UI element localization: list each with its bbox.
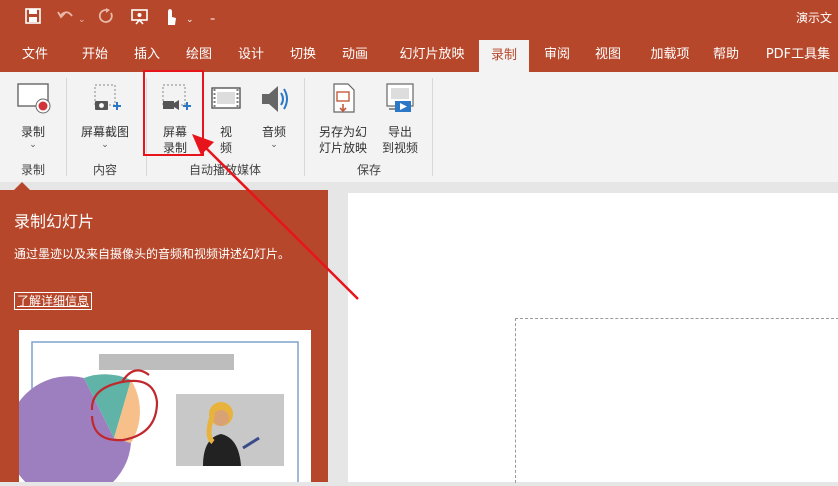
- touch-icon[interactable]: [162, 8, 178, 26]
- tab-help[interactable]: 帮助: [704, 38, 748, 72]
- video-label-2: 频: [219, 141, 232, 155]
- tab-animations[interactable]: 动画: [333, 38, 377, 72]
- group-label-content: 内容: [92, 163, 117, 177]
- screenshot-button[interactable]: 屏幕截图 ⌄: [74, 82, 136, 150]
- save-as-show-label-2: 灯片放映: [318, 141, 367, 155]
- export-video-label-2: 到视频: [381, 141, 418, 155]
- screenshot-dropdown-icon[interactable]: ⌄: [74, 140, 136, 150]
- audio-button[interactable]: 音频 ⌄: [254, 82, 294, 150]
- audio-label: 音频: [261, 125, 286, 139]
- tab-draw[interactable]: 绘图: [177, 38, 221, 72]
- export-video-icon: [386, 83, 414, 112]
- redo-icon[interactable]: [98, 8, 114, 24]
- touch-dropdown-icon[interactable]: ⌄: [186, 11, 194, 29]
- tab-slideshow[interactable]: 幻灯片放映: [390, 38, 474, 72]
- tab-file[interactable]: 文件: [13, 38, 57, 72]
- tooltip-description: 通过墨迹以及来自摄像头的音频和视频讲述幻灯片。: [14, 247, 291, 261]
- undo-icon[interactable]: [57, 8, 75, 24]
- record-dropdown-icon[interactable]: ⌄: [10, 140, 56, 150]
- save-as-show-label-1: 另存为幻: [318, 125, 367, 139]
- video-button[interactable]: 视 频: [206, 82, 246, 156]
- tab-transitions[interactable]: 切换: [281, 38, 325, 72]
- recording-illustration: [7, 341, 299, 486]
- save-icon[interactable]: [25, 8, 41, 24]
- learn-more-link[interactable]: 了解详细信息: [14, 292, 93, 310]
- audio-dropdown-icon[interactable]: ⌄: [254, 140, 294, 150]
- tab-review[interactable]: 审阅: [535, 38, 579, 72]
- tooltip-title: 录制幻灯片: [14, 212, 95, 231]
- record-icon: [17, 83, 51, 114]
- tab-record[interactable]: 录制: [479, 40, 529, 72]
- title-bar: ⌄ ⌄ ₌ 演示文: [0, 0, 838, 38]
- group-label-record: 录制: [20, 163, 45, 177]
- document-title: 演示文: [795, 11, 832, 25]
- ribbon-panel: 录制 ⌄ 录制 屏幕截图 ⌄ 内容 屏幕 录制 视 频 音频 ⌄ 自动播放媒体 …: [0, 72, 838, 183]
- group-separator: [304, 78, 305, 176]
- tab-design[interactable]: 设计: [229, 38, 273, 72]
- group-label-automedia: 自动播放媒体: [188, 163, 261, 177]
- slide-placeholder[interactable]: [515, 318, 838, 483]
- film-icon: [211, 87, 241, 109]
- tab-view[interactable]: 视图: [586, 38, 630, 72]
- tab-pdf-tools[interactable]: PDF工具集: [758, 38, 838, 72]
- screenshot-icon: [94, 84, 121, 110]
- ribbon-tabs: 文件 开始 插入 绘图 设计 切换 动画 幻灯片放映 录制 审阅 视图 加载项 …: [0, 38, 838, 72]
- speaker-icon: [262, 86, 288, 112]
- group-separator: [66, 78, 67, 176]
- save-as-show-button[interactable]: 另存为幻 灯片放映: [312, 82, 374, 156]
- tab-addins[interactable]: 加载项: [642, 38, 698, 72]
- save-as-show-icon: [333, 83, 355, 113]
- group-separator: [432, 78, 433, 176]
- undo-dropdown-icon[interactable]: ⌄: [78, 11, 86, 29]
- record-button[interactable]: 录制 ⌄: [10, 82, 56, 150]
- group-label-save: 保存: [356, 163, 381, 177]
- tooltip-preview-image: [7, 330, 311, 486]
- video-label-1: 视: [219, 125, 232, 139]
- tab-home[interactable]: 开始: [73, 38, 117, 72]
- screenshot-label: 屏幕截图: [80, 125, 129, 139]
- present-icon[interactable]: [130, 8, 150, 26]
- customize-icon[interactable]: ₌: [210, 10, 215, 28]
- tab-insert[interactable]: 插入: [125, 38, 169, 72]
- export-video-button[interactable]: 导出 到视频: [376, 82, 424, 156]
- annotation-highlight-box: [143, 70, 204, 156]
- export-video-label-1: 导出: [387, 125, 412, 139]
- record-label: 录制: [20, 125, 45, 139]
